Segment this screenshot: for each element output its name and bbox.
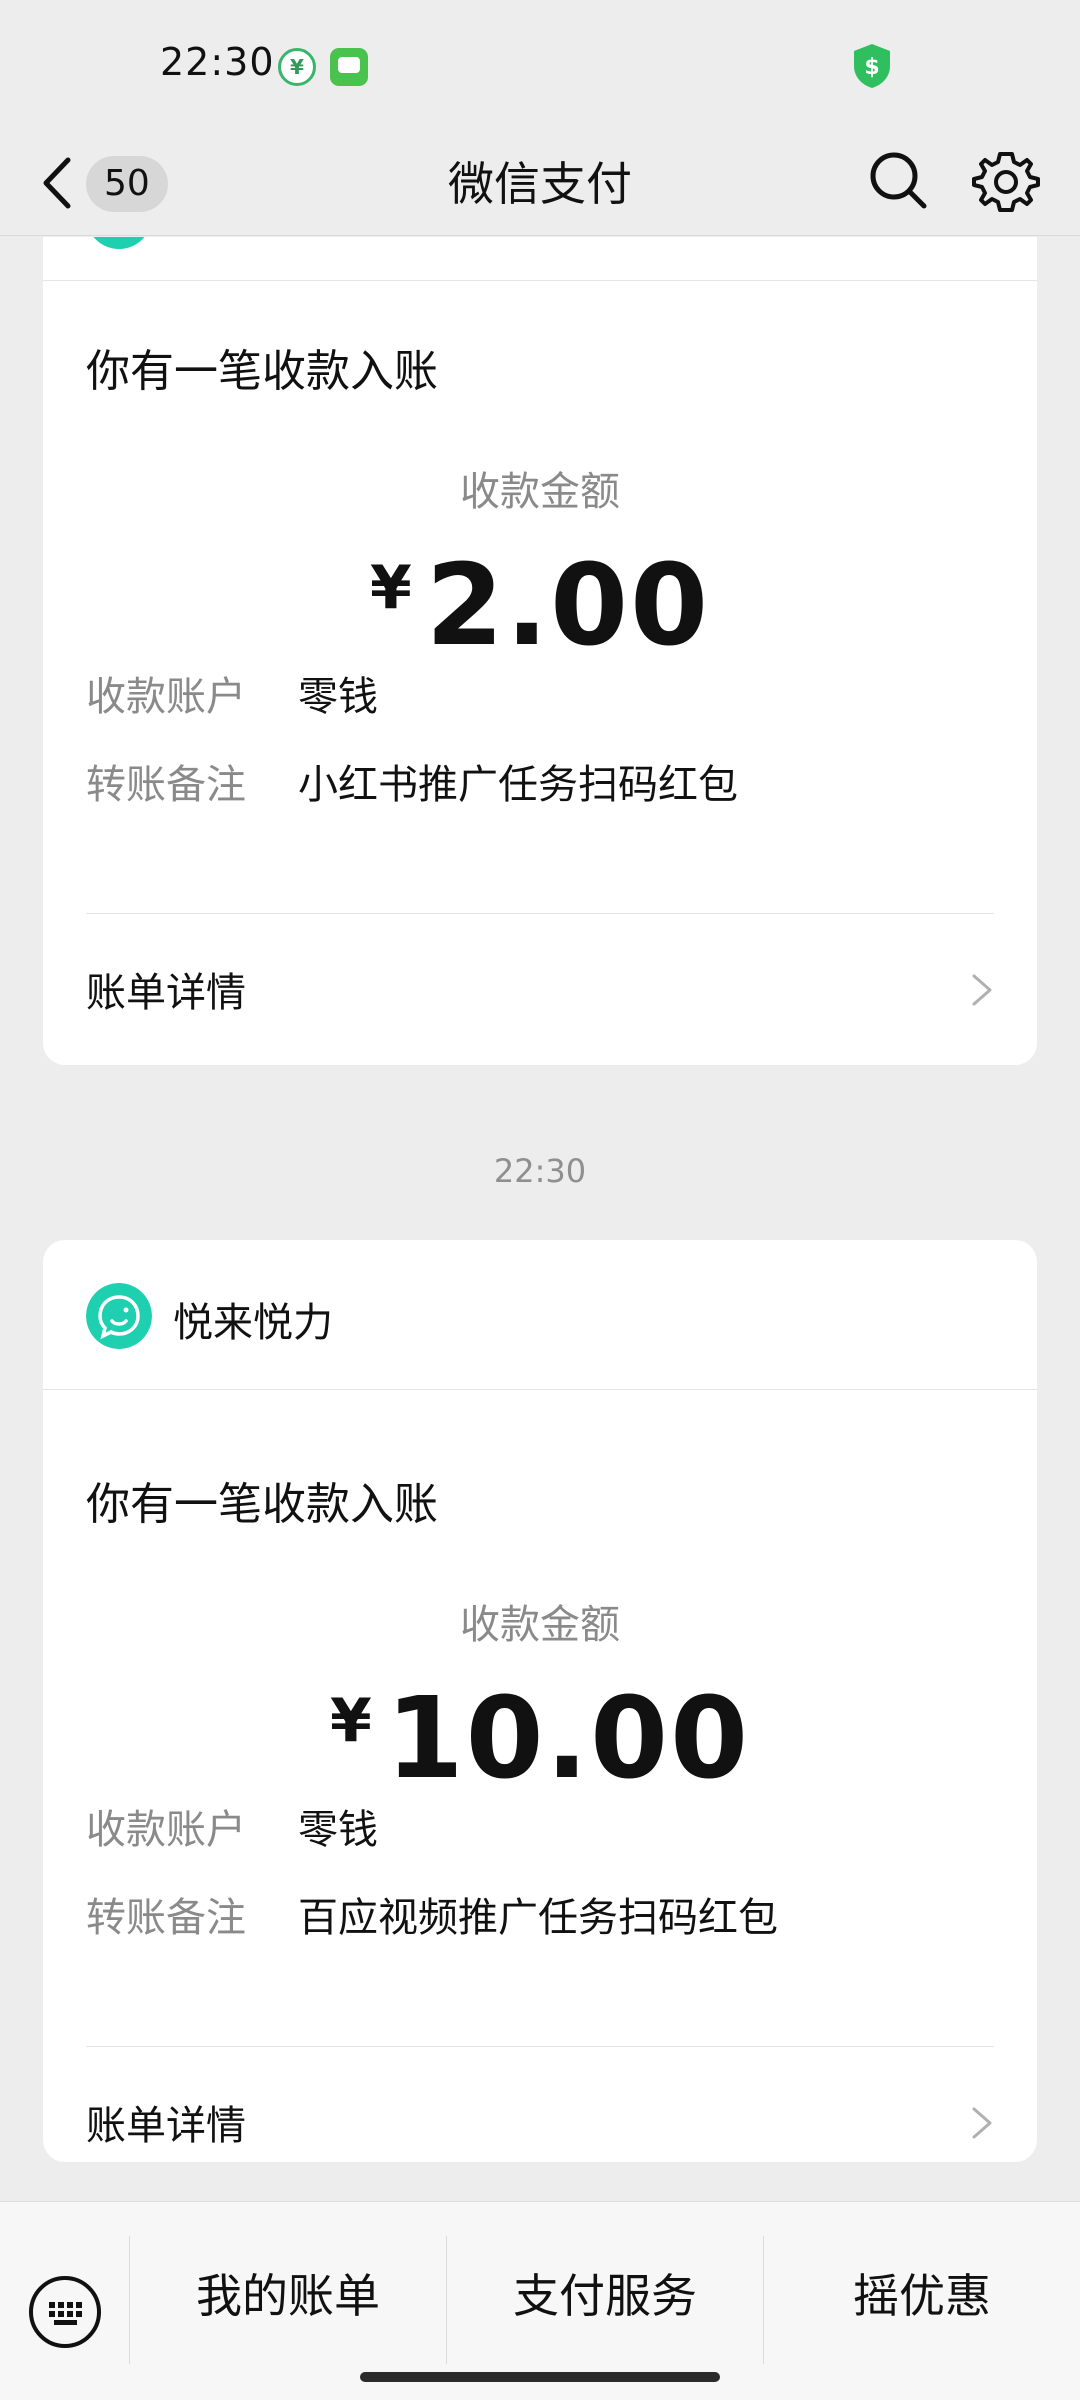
card-title: 你有一笔收款入账	[86, 346, 438, 397]
currency-symbol: ¥	[369, 553, 412, 623]
message-list[interactable]: 你有一笔收款入账 收款金额 ¥2.00 收款账户 零钱 转账备注 小红书推广任务…	[0, 237, 1080, 2201]
account-row: 收款账户 零钱	[86, 1800, 994, 1860]
amount-value: ¥10.00	[43, 1674, 1037, 1804]
amount-label: 收款金额	[460, 1602, 620, 1648]
remark-row: 转账备注 百应视频推广任务扫码红包	[86, 1888, 994, 1948]
payment-card[interactable]: 你有一笔收款入账 收款金额 ¥2.00 收款账户 零钱 转账备注 小红书推广任务…	[43, 237, 1037, 1065]
merchant-avatar-icon	[86, 1283, 152, 1349]
remark-value: 百应视频推广任务扫码红包	[298, 1895, 778, 1941]
keyboard-icon[interactable]	[28, 2275, 102, 2349]
divider	[86, 2046, 994, 2047]
wallet-app-icon: ¥	[278, 48, 316, 86]
search-icon[interactable]	[866, 148, 930, 212]
account-row: 收款账户 零钱	[86, 667, 994, 727]
remark-row: 转账备注 小红书推广任务扫码红包	[86, 755, 994, 815]
bill-detail-label: 账单详情	[86, 2103, 246, 2149]
remark-label: 转账备注	[86, 762, 246, 808]
status-bar: 22:30 ¥ $	[0, 0, 1080, 132]
amount-label: 收款金额	[460, 469, 620, 515]
chevron-right-icon	[972, 2107, 992, 2139]
bill-detail-link[interactable]: 账单详情	[86, 950, 994, 1030]
gear-icon[interactable]	[972, 148, 1040, 216]
security-shield-icon: $	[854, 44, 890, 88]
account-label: 收款账户	[86, 674, 246, 720]
messages-app-icon	[330, 48, 368, 86]
merchant-avatar	[86, 237, 152, 249]
card-header	[43, 237, 1037, 281]
svg-text:$: $	[864, 55, 879, 80]
bill-detail-link[interactable]: 账单详情	[86, 2083, 994, 2162]
amount-number: 10.00	[385, 1674, 750, 1804]
chevron-right-icon	[972, 974, 992, 1006]
menu-item-my-bills[interactable]: 我的账单	[130, 2240, 446, 2352]
home-indicator[interactable]	[360, 2372, 720, 2382]
card-header: 悦来悦力	[43, 1240, 1037, 1390]
back-chevron-icon[interactable]	[38, 152, 78, 214]
remark-value: 小红书推广任务扫码红包	[298, 762, 738, 808]
currency-symbol: ¥	[329, 1686, 372, 1756]
payment-card[interactable]: 悦来悦力 你有一笔收款入账 收款金额 ¥10.00 收款账户 零钱 转账备注 百…	[43, 1240, 1037, 2162]
unread-count-badge[interactable]: 50	[86, 156, 168, 212]
time-separator: 22:30	[493, 1152, 587, 1190]
bill-detail-label: 账单详情	[86, 970, 246, 1016]
status-time: 22:30	[160, 40, 275, 84]
amount-number: 2.00	[425, 541, 711, 671]
card-title: 你有一笔收款入账	[86, 1479, 438, 1530]
divider	[86, 913, 994, 914]
account-label: 收款账户	[86, 1807, 246, 1853]
menu-item-payment-services[interactable]: 支付服务	[447, 2240, 763, 2352]
merchant-name: 悦来悦力	[173, 1300, 333, 1346]
nav-bar: 50 微信支付	[0, 132, 1080, 236]
remark-label: 转账备注	[86, 1895, 246, 1941]
amount-value: ¥2.00	[43, 541, 1037, 671]
bottom-menu-bar: 我的账单 支付服务 摇优惠	[0, 2201, 1080, 2400]
account-value: 零钱	[298, 1807, 378, 1853]
menu-item-shake-offers[interactable]: 摇优惠	[764, 2240, 1080, 2352]
account-value: 零钱	[298, 674, 378, 720]
